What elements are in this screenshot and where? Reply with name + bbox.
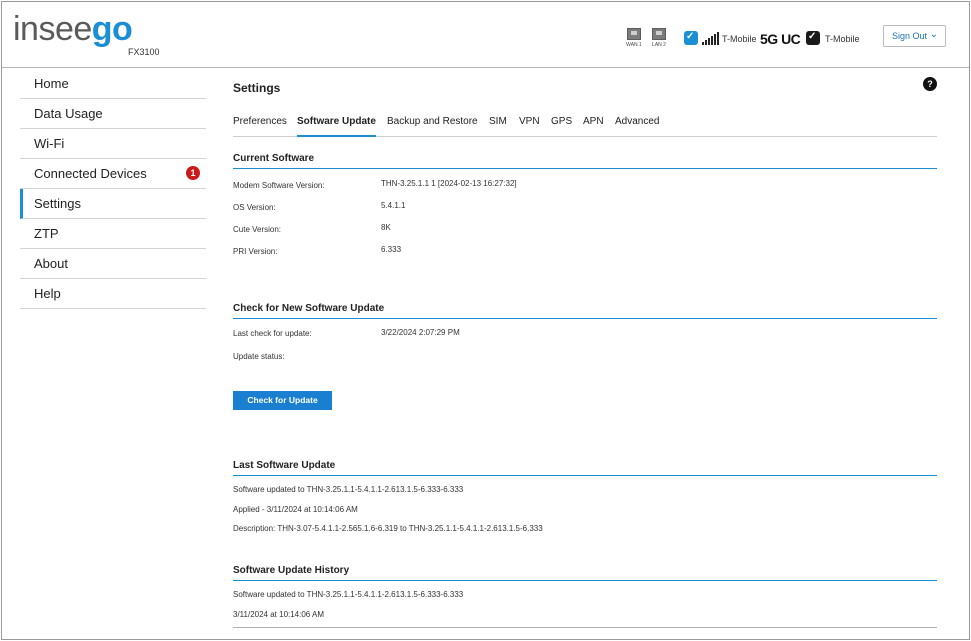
tab-gps[interactable]: GPS (551, 116, 572, 137)
sidebar-item-label: Settings (34, 196, 81, 211)
section-title-current-software: Current Software (233, 153, 315, 164)
section-title-update-history: Software Update History (233, 565, 350, 576)
section-title-last-update: Last Software Update (233, 460, 336, 471)
section-divider (233, 318, 937, 319)
sidebar-nav: Home Data Usage Wi-Fi Connected Devices 1… (20, 69, 206, 309)
carrier-name: T-Mobile (722, 34, 757, 44)
last-check-label: Last check for update: (233, 329, 312, 338)
sidebar-item-label: Help (34, 286, 61, 301)
sidebar-item-label: ZTP (34, 226, 59, 241)
page-title: Settings (233, 81, 281, 95)
sidebar-item-ztp[interactable]: ZTP (20, 219, 206, 249)
sidebar-item-wifi[interactable]: Wi-Fi (20, 129, 206, 159)
logo-text-left: insee (13, 10, 92, 48)
section-title-check-update: Check for New Software Update (233, 303, 385, 314)
modem-version-label: Modem Software Version: (233, 181, 325, 190)
cute-version-label: Cute Version: (233, 225, 282, 234)
sidebar-item-help[interactable]: Help (20, 279, 206, 309)
tab-software-update[interactable]: Software Update (297, 116, 376, 137)
sidebar-item-label: Connected Devices (34, 166, 147, 181)
os-version-value: 5.4.1.1 (381, 201, 406, 210)
sidebar-item-data-usage[interactable]: Data Usage (20, 99, 206, 129)
section-divider (233, 627, 937, 628)
app-window: inseego FX3100 WAN 1 LAN 2 ✓ T-Mobile 5G… (1, 1, 970, 640)
logo-text-right: go (91, 10, 133, 48)
last-update-line: Software updated to THN-3.25.1.1-5.4.1.1… (233, 485, 464, 494)
tab-preferences[interactable]: Preferences (233, 116, 287, 137)
section-divider (233, 168, 937, 169)
os-version-label: OS Version: (233, 203, 276, 212)
sign-out-label: Sign Out (892, 31, 928, 41)
network-type: 5G UC (760, 31, 801, 47)
sidebar-item-about[interactable]: About (20, 249, 206, 279)
sidebar-item-settings[interactable]: Settings (20, 189, 206, 219)
tab-apn[interactable]: APN (583, 116, 604, 137)
modem-version-value: THN-3.25.1.1 1 [2024-02-13 16:27:32] (381, 179, 517, 188)
inseego-logo[interactable]: inseego (13, 10, 133, 49)
cute-version-value: 8K (381, 223, 391, 232)
last-update-description: Description: THN-3.07-5.4.1.1-2.565.1.6-… (233, 524, 543, 533)
sim-status-icon: ✓ (684, 31, 698, 45)
history-entry-date: 3/11/2024 at 10:14:06 AM (233, 610, 325, 619)
tab-backup-and-restore[interactable]: Backup and Restore (387, 116, 478, 137)
sidebar-item-home[interactable]: Home (20, 69, 206, 99)
lan-port-icon: LAN 2 (651, 28, 667, 48)
tab-sim[interactable]: SIM (489, 116, 507, 137)
signal-strength-icon (702, 32, 720, 45)
header: inseego FX3100 WAN 1 LAN 2 ✓ T-Mobile 5G… (2, 2, 969, 68)
lan-port-label: LAN 2 (652, 42, 666, 48)
sidebar-item-label: About (34, 256, 68, 271)
history-entry: Software updated to THN-3.25.1.1-5.4.1.1… (233, 590, 464, 599)
sidebar-item-label: Wi-Fi (34, 136, 65, 151)
model-name: FX3100 (128, 47, 160, 57)
notification-badge: 1 (186, 166, 200, 180)
wan-port-icon: WAN 1 (626, 28, 642, 48)
last-check-value: 3/22/2024 2:07:29 PM (381, 328, 460, 337)
update-status-label: Update status: (233, 352, 285, 361)
section-divider (233, 580, 937, 581)
tab-advanced[interactable]: Advanced (615, 116, 659, 137)
chevron-down-icon: ⌄ (929, 29, 938, 40)
sidebar-item-connected-devices[interactable]: Connected Devices 1 (20, 159, 206, 189)
settings-tabs: Preferences Software Update Backup and R… (233, 113, 937, 137)
wan-port-label: WAN 1 (626, 42, 642, 48)
pri-version-value: 6.333 (381, 245, 402, 254)
tab-vpn[interactable]: VPN (519, 116, 540, 137)
pri-version-label: PRI Version: (233, 247, 278, 256)
sidebar-item-label: Home (34, 76, 69, 91)
sidebar-item-label: Data Usage (34, 106, 103, 121)
roaming-status-icon: ✓ (806, 31, 820, 45)
carrier-name-secondary: T-Mobile (825, 34, 860, 44)
help-icon[interactable]: ? (923, 77, 937, 91)
last-update-applied: Applied - 3/11/2024 at 10:14:06 AM (233, 505, 358, 514)
section-divider (233, 475, 937, 476)
sign-out-button[interactable]: Sign Out ⌄ (883, 25, 946, 47)
check-for-update-button[interactable]: Check for Update (233, 391, 332, 410)
